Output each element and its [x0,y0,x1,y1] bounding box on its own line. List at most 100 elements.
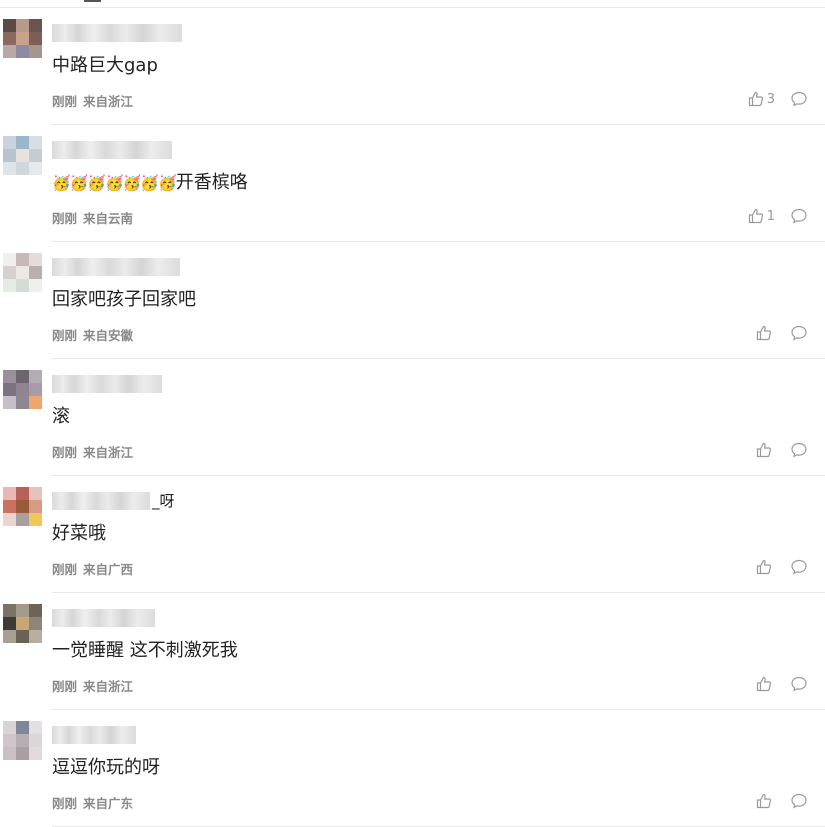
avatar-pixel [29,45,42,58]
username-blurred [52,609,155,627]
like-button[interactable]: 1 [748,207,775,225]
comment-body: 中路巨大gap [52,55,158,76]
username[interactable] [52,257,182,277]
avatar-pixel [16,136,29,149]
like-button[interactable] [756,441,775,459]
avatar-pixel [16,370,29,383]
avatar-pixel [29,136,42,149]
like-count: 3 [766,91,775,107]
comment-location: 来自广东 [83,796,134,811]
reply-button[interactable] [790,792,808,810]
avatar-pixel [29,747,42,760]
avatar-pixel [16,45,29,58]
avatar[interactable] [3,370,42,409]
comment-meta: 刚刚 来自浙江 [52,91,133,110]
like-button[interactable] [756,675,775,693]
comment-item: 中路巨大gap 刚刚 来自浙江 3 [0,8,825,125]
avatar[interactable] [3,19,42,58]
avatar-pixel [16,396,29,409]
comment-text: 中路巨大gap [52,54,158,78]
avatar-pixel [29,721,42,734]
comment-text: 回家吧孩子回家吧 [52,288,196,312]
avatar-pixel [29,630,42,643]
avatar[interactable] [3,487,42,526]
thumbs-up-icon [748,208,763,224]
thumbs-up-icon [756,559,772,575]
avatar-pixel [3,19,16,32]
reply-button[interactable] [790,324,808,342]
top-indicator [84,0,101,2]
like-button[interactable] [756,558,775,576]
avatar-pixel [3,734,16,747]
comment-bubble-icon [791,325,807,341]
username[interactable] [52,140,174,160]
thumbs-up-icon [756,442,772,458]
avatar-pixel [29,279,42,292]
avatar-pixel [3,487,16,500]
avatar-pixel [16,604,29,617]
reply-button[interactable] [790,675,808,693]
avatar-pixel [3,721,16,734]
like-button[interactable] [756,324,775,342]
avatar[interactable] [3,604,42,643]
avatar-pixel [29,513,42,526]
avatar-pixel [16,32,29,45]
avatar-pixel [16,19,29,32]
comment-item: 逗逗你玩的呀 刚刚 来自广东 [0,710,825,827]
comment-meta: 刚刚 来自广东 [52,793,133,812]
username[interactable] [52,608,157,628]
reply-button[interactable] [790,441,808,459]
avatar-pixel [3,279,16,292]
avatar-pixel [3,500,16,513]
comment-meta: 刚刚 来自浙江 [52,676,133,695]
comment-body: 逗逗你玩的呀 [52,757,160,778]
comment-emoji: 🥳🥳🥳🥳🥳🥳🥳 [52,174,177,192]
avatar-pixel [3,630,16,643]
thumbs-up-icon [748,91,763,107]
username-blurred [52,375,162,393]
username[interactable] [52,23,184,43]
avatar-pixel [29,266,42,279]
comment-body: 滚 [52,406,70,427]
avatar-pixel [3,383,16,396]
avatar-pixel [16,149,29,162]
avatar-pixel [16,630,29,643]
reply-button[interactable] [790,90,808,108]
avatar-pixel [3,149,16,162]
reply-button[interactable] [790,558,808,576]
avatar-pixel [16,617,29,630]
username[interactable] [52,374,164,394]
comment-location: 来自浙江 [83,445,134,460]
comment-meta: 刚刚 来自浙江 [52,442,133,461]
like-button[interactable]: 3 [748,90,775,108]
comment-item: 回家吧孩子回家吧 刚刚 来自安徽 [0,242,825,359]
avatar-pixel [29,149,42,162]
comment-bubble-icon [791,793,807,809]
avatar-pixel [29,604,42,617]
thumbs-up-icon [756,676,772,692]
comment-time: 刚刚 [52,94,78,109]
username-blurred [52,726,136,744]
username[interactable] [52,725,138,745]
username[interactable]: _呀 [52,491,175,511]
avatar-pixel [3,253,16,266]
username-suffix: _呀 [152,492,175,510]
avatar-pixel [29,383,42,396]
comment-body: 回家吧孩子回家吧 [52,289,196,310]
avatar-pixel [29,500,42,513]
avatar[interactable] [3,136,42,175]
avatar[interactable] [3,721,42,760]
reply-button[interactable] [790,207,808,225]
avatar-pixel [3,396,16,409]
avatar[interactable] [3,253,42,292]
comment-time: 刚刚 [52,562,78,577]
username-blurred [52,258,180,276]
comment-item: _呀 好菜哦 刚刚 来自广西 [0,476,825,593]
avatar-pixel [3,136,16,149]
avatar-pixel [3,266,16,279]
comment-time: 刚刚 [52,328,78,343]
comment-bubble-icon [791,208,807,224]
avatar-pixel [16,500,29,513]
like-button[interactable] [756,792,775,810]
comment-time: 刚刚 [52,211,78,226]
